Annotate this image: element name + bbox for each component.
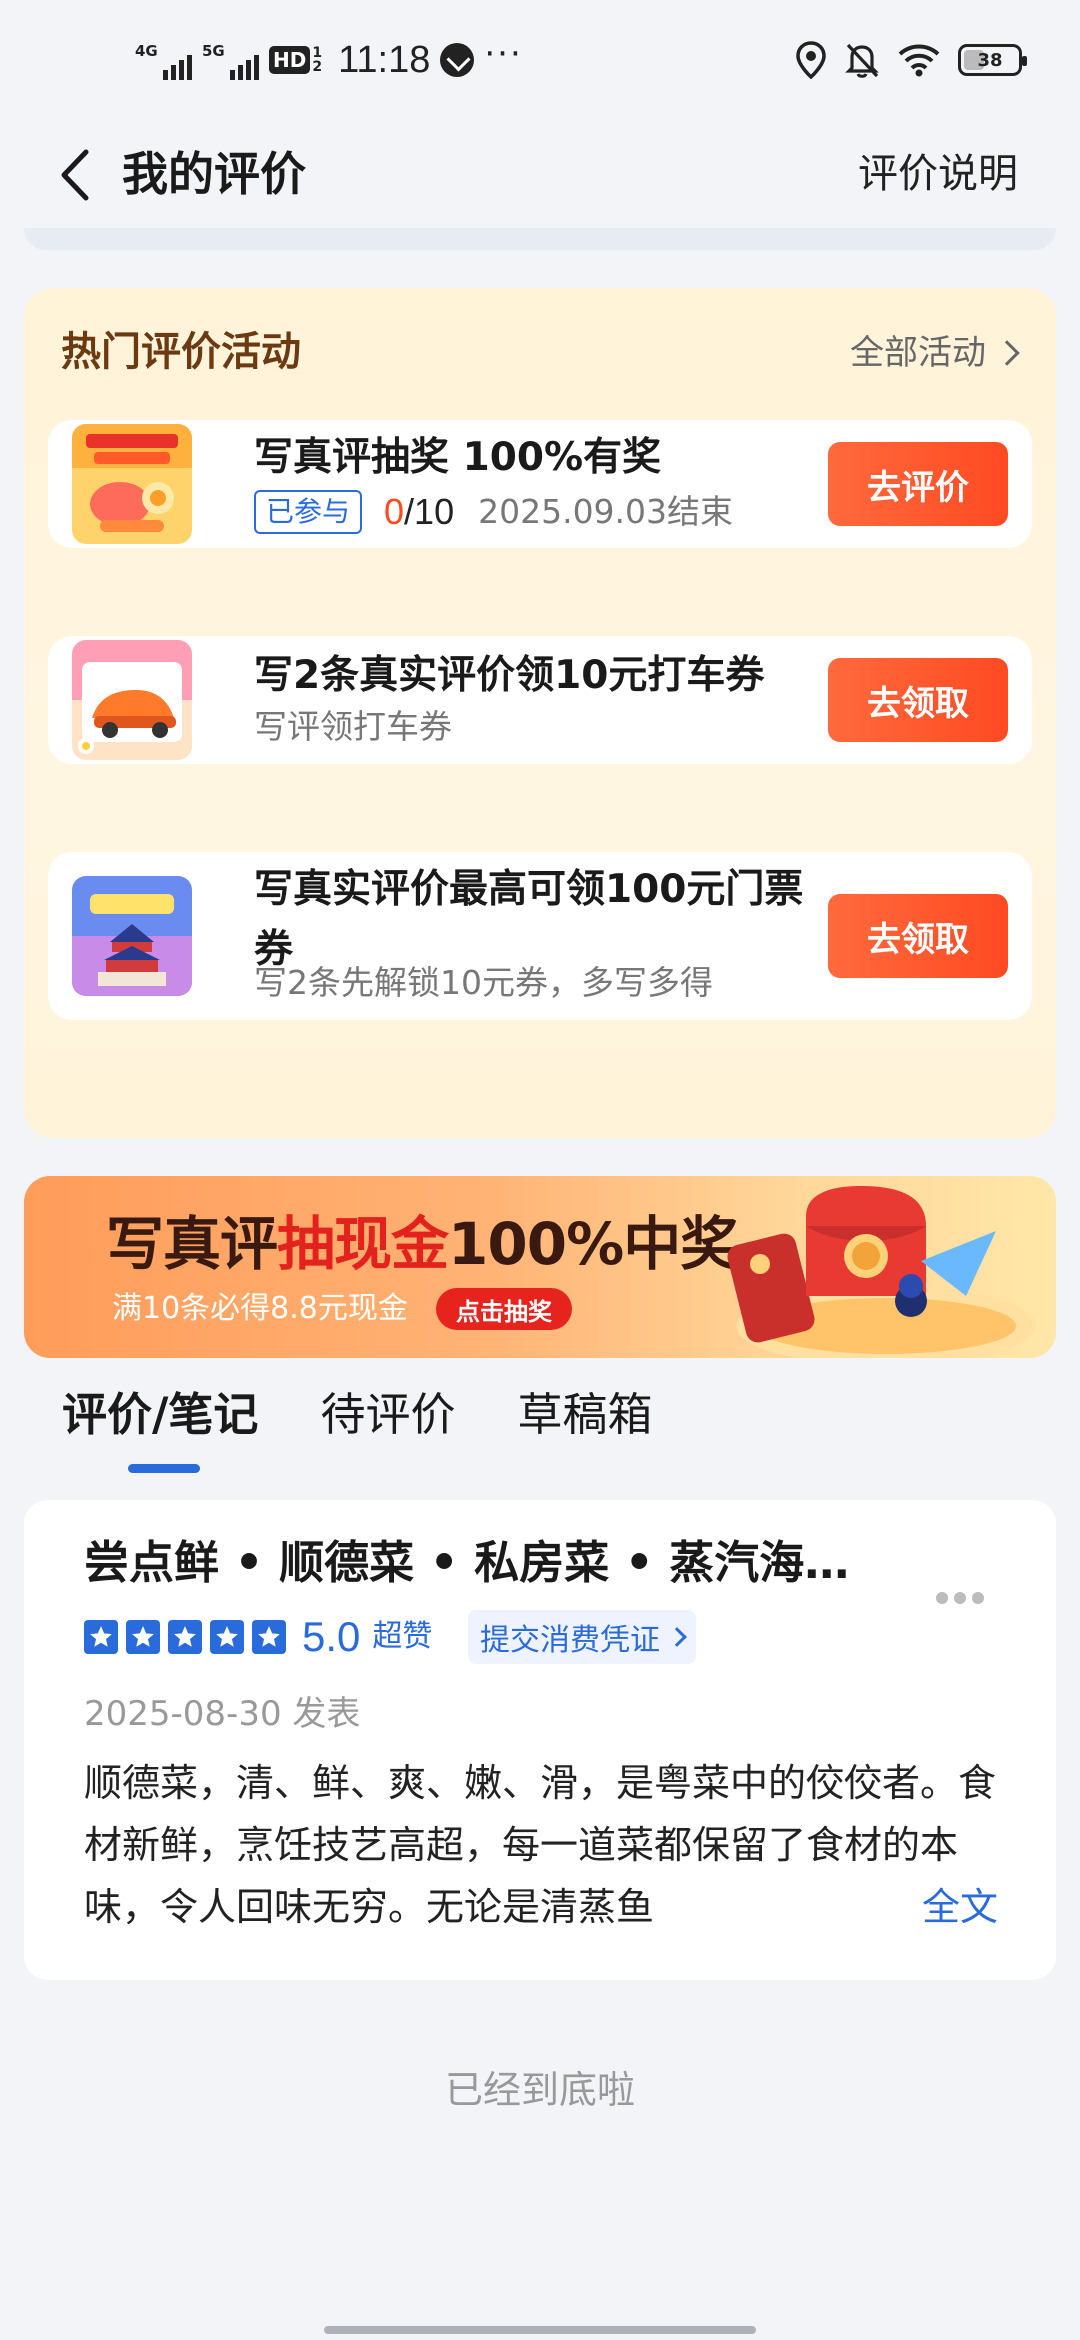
draw-lottery-button[interactable]: 点击抽奖	[436, 1288, 572, 1330]
cash-lottery-banner[interactable]: 写真评抽现金100%中奖 满10条必得8.8元现金 点击抽奖	[24, 1176, 1056, 1358]
star-icon	[210, 1620, 244, 1654]
end-of-list-note: 已经到底啦	[444, 2068, 635, 2112]
activity-meta: 已参与 0/10 2025.09.03结束	[254, 484, 733, 538]
ticket-coupon-thumbnail	[72, 876, 192, 996]
rating-score: 5.0	[302, 1613, 361, 1660]
location-icon	[796, 41, 826, 79]
signal-icon-sim2: 5G	[202, 40, 259, 80]
more-options-icon[interactable]	[936, 1592, 984, 1604]
activity-subtitle: 写评领打车券	[254, 707, 452, 746]
tab-reviews-notes[interactable]: 评价/笔记	[62, 1380, 258, 1480]
activity-title-line1: 写真实评价最高可领100元门票	[254, 867, 804, 912]
tab-pending-review[interactable]: 待评价	[320, 1380, 455, 1480]
collapsed-section-edge	[24, 228, 1056, 250]
banner-title: 写真评抽现金100%中奖	[106, 1206, 738, 1282]
home-indicator[interactable]	[324, 2326, 756, 2334]
all-activities-label: 全部活动	[850, 333, 986, 373]
active-tab-indicator	[128, 1464, 200, 1473]
tab-drafts[interactable]: 草稿箱	[517, 1380, 652, 1480]
star-icon	[126, 1620, 160, 1654]
header: 我的评价 评价说明	[0, 120, 1080, 230]
activity-subtitle: 写2条先解锁10元券，多写多得	[254, 963, 713, 1002]
activity-card-lottery[interactable]: 写真评抽奖 100%有奖 已参与 0/10 2025.09.03结束 去评价	[48, 420, 1032, 548]
red-envelope-illustration	[727, 1186, 1036, 1358]
banner-subtitle: 满10条必得8.8元现金	[112, 1291, 408, 1326]
star-icon	[252, 1620, 286, 1654]
hd-sub-bottom: 2	[312, 59, 323, 75]
review-tabs: 评价/笔记 待评价 草稿箱	[62, 1380, 652, 1480]
hd-sub-top: 1	[312, 45, 323, 61]
wifi-icon	[898, 44, 940, 77]
battery-icon: 38	[958, 44, 1027, 76]
review-card[interactable]: 尝点鲜 • 顺德菜 • 私房菜 • 蒸汽海… 5.0 超赞 提交消费凭证 202…	[24, 1500, 1056, 1980]
rating-level: 超赞	[372, 1619, 433, 1654]
star-icon	[168, 1620, 202, 1654]
review-date: 2025-08-30 发表	[84, 1694, 361, 1734]
expand-full-text-link[interactable]: 全文	[841, 1876, 998, 1938]
activity-end-date: 2025.09.03结束	[478, 491, 734, 531]
chevron-right-icon	[994, 340, 1020, 366]
progress-total: /10	[404, 490, 455, 532]
signal-icon-sim1: 4G	[135, 40, 192, 80]
tab-label: 评价/笔记	[62, 1388, 259, 1441]
activity-title: 写真评抽奖 100%有奖	[254, 435, 662, 480]
review-rating: 5.0 超赞	[84, 1612, 432, 1662]
hd-voice-sim-index: 1 2	[312, 46, 322, 74]
more-notifications-icon: ···	[484, 34, 523, 74]
hd-voice-icon: HD	[269, 46, 311, 74]
chevron-right-icon	[667, 1627, 687, 1647]
hot-activities-panel: 热门评价活动 全部活动 写真评抽奖 100%有奖 已参与 0/10 2025.09.…	[24, 288, 1056, 1138]
activity-title: 写2条真实评价领10元打车券	[254, 653, 765, 698]
review-instructions-link[interactable]: 评价说明	[858, 146, 1018, 202]
banner-title-highlight: 抽现金	[277, 1210, 449, 1278]
activities-title: 热门评价活动	[61, 329, 301, 375]
claim-taxi-coupon-button[interactable]: 去领取	[828, 658, 1008, 742]
taxi-coupon-thumbnail	[72, 640, 192, 760]
review-shop-title[interactable]: 尝点鲜 • 顺德菜 • 私房菜 • 蒸汽海…	[84, 1530, 884, 1596]
lottery-thumbnail	[72, 424, 192, 544]
tab-label: 待评价	[320, 1388, 456, 1441]
banner-title-part1: 写真评	[106, 1210, 278, 1278]
back-arrow-icon[interactable]	[54, 140, 104, 210]
star-icon	[84, 1620, 118, 1654]
page-title: 我的评价	[122, 147, 306, 201]
bell-muted-icon	[845, 43, 879, 78]
progress-count: 0/10	[384, 486, 454, 538]
go-review-button[interactable]: 去评价	[828, 442, 1008, 526]
claim-ticket-coupon-button[interactable]: 去领取	[828, 894, 1008, 978]
activity-card-taxi-coupon[interactable]: 写2条真实评价领10元打车券 写评领打车券 去领取	[48, 636, 1032, 764]
status-left: 4G 5G HD 1 2 11:18 ···	[135, 34, 523, 84]
banner-title-part3: 100%中奖	[448, 1210, 738, 1278]
status-bar: 4G 5G HD 1 2 11:18 ··· 38	[0, 0, 1080, 120]
all-activities-link[interactable]: 全部活动	[850, 328, 1020, 378]
status-time: 11:18	[338, 38, 431, 81]
activity-card-ticket-coupon[interactable]: 写真实评价最高可领100元门票 券 写2条先解锁10元券，多写多得 去领取	[48, 852, 1032, 1020]
progress-done: 0	[384, 490, 405, 532]
network-type-sim1: 4G	[135, 42, 158, 60]
status-right: 38	[796, 38, 1027, 82]
submit-receipt-label: 提交消费凭证	[480, 1623, 660, 1658]
notification-app-icon	[440, 43, 475, 77]
network-type-sim2: 5G	[202, 42, 225, 60]
submit-receipt-button[interactable]: 提交消费凭证	[468, 1610, 696, 1664]
joined-badge: 已参与	[254, 489, 363, 534]
battery-level: 38	[977, 49, 1003, 71]
tab-label: 草稿箱	[517, 1388, 653, 1441]
